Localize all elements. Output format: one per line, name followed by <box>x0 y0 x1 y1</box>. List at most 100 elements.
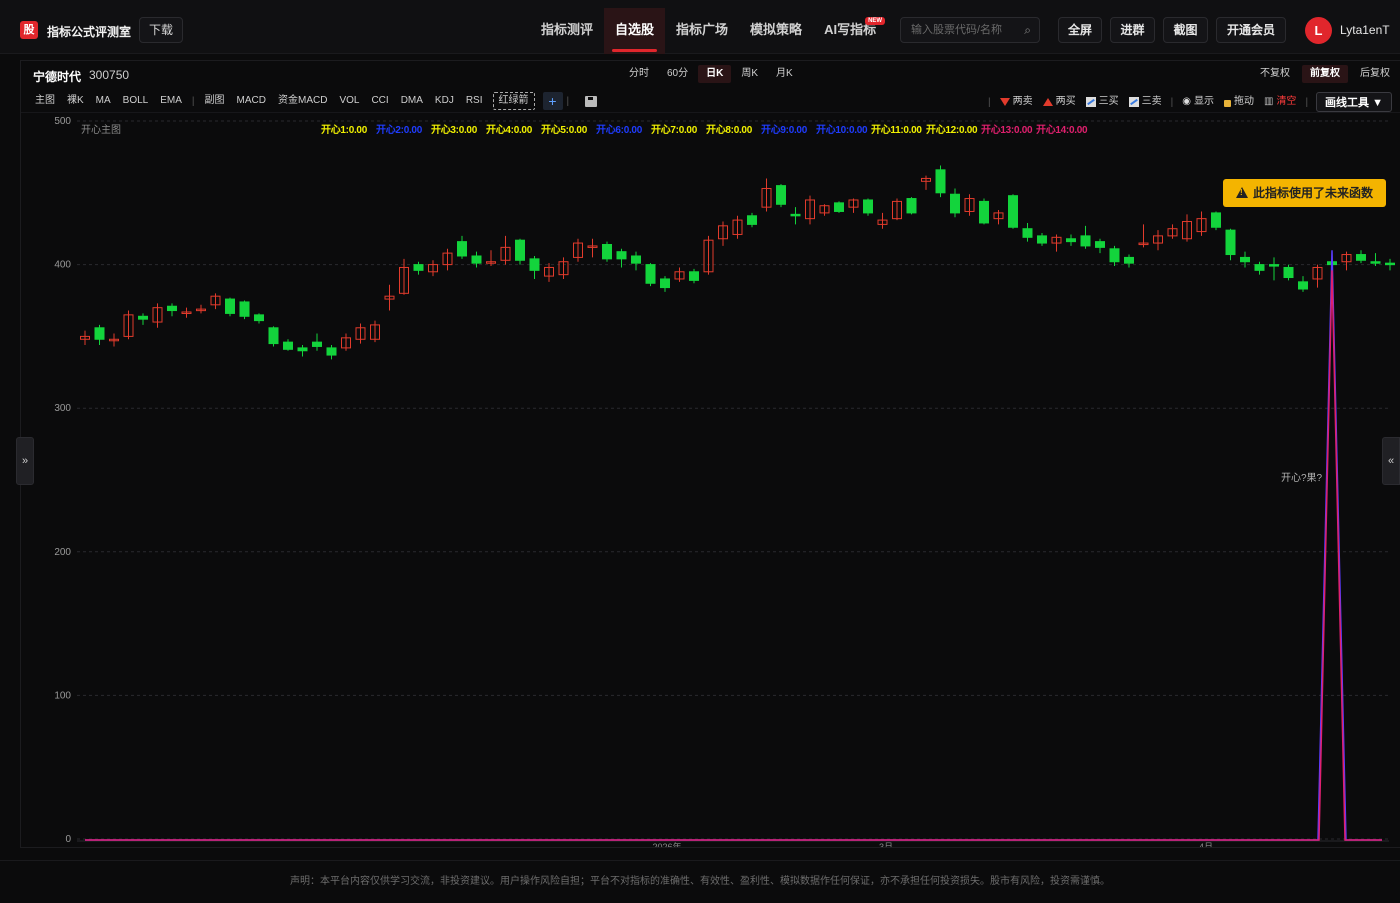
tool-drag[interactable]: 拖动 <box>1219 93 1259 111</box>
membership-button[interactable]: 开通会员 <box>1216 17 1286 43</box>
candle-body <box>239 301 250 317</box>
candle-body <box>268 327 279 345</box>
nav-item-ai-indicator[interactable]: AI写指标 NEW <box>813 8 887 54</box>
indicator-boll[interactable]: BOLL <box>117 92 155 110</box>
candle-body <box>660 278 670 289</box>
username[interactable]: Lyta1enT <box>1340 23 1390 37</box>
nav-item-sim-strategy[interactable]: 模拟策略 <box>739 8 813 54</box>
y-tick-label: 200 <box>54 547 71 558</box>
candle-body <box>1225 229 1236 256</box>
legend-item: 开心8:0.00 <box>706 124 753 136</box>
nav-item-indicator-square[interactable]: 指标广场 <box>665 8 739 54</box>
screenshot-button[interactable]: 截图 <box>1163 17 1208 43</box>
indicator-rsi[interactable]: RSI <box>460 92 489 110</box>
expand-right-button[interactable]: « <box>1382 437 1400 485</box>
candle-body <box>689 271 699 281</box>
legend-item: 开心3:0.00 <box>431 124 478 136</box>
avatar[interactable]: L <box>1305 17 1332 44</box>
indicator-dma[interactable]: DMA <box>395 92 429 110</box>
draw-tools-button[interactable]: 画线工具 ▼ <box>1316 92 1392 112</box>
period-daily[interactable]: 日K <box>698 65 732 83</box>
fullscreen-button[interactable]: 全屏 <box>1058 17 1102 43</box>
tool-two-buy[interactable]: 两买 <box>1038 93 1081 111</box>
main-nav: 指标测评 自选股 指标广场 模拟策略 AI写指标 NEW <box>530 8 887 54</box>
legend-item: 开心7:0.00 <box>651 124 698 136</box>
candle-body <box>602 243 612 260</box>
candle-body <box>94 327 105 340</box>
legend-item: 开心9:0.00 <box>761 124 808 136</box>
tool-three-sell[interactable]: 三卖 <box>1124 93 1167 111</box>
candle-body <box>1066 238 1076 243</box>
candle-body <box>616 251 627 260</box>
indicator-vol[interactable]: VOL <box>333 92 365 110</box>
indicator-macd[interactable]: MACD <box>231 92 272 110</box>
legend-item: 开心14:0.00 <box>1036 124 1088 136</box>
new-badge: NEW <box>865 17 886 25</box>
nav-item-watchlist[interactable]: 自选股 <box>604 8 666 54</box>
x-tick-label: 2026年 <box>652 841 681 847</box>
tool-two-sell[interactable]: 两卖 <box>995 93 1038 111</box>
period-intraday[interactable]: 分时 <box>621 65 657 83</box>
brand-title[interactable]: 指标公式评测室 <box>47 23 131 40</box>
y-tick-label: 0 <box>65 834 71 845</box>
search-icon[interactable]: ⌕ <box>1024 23 1031 38</box>
indicator-red-green-arrow[interactable]: 红绿箭 <box>492 92 535 110</box>
candle-body <box>1211 212 1221 228</box>
save-icon[interactable] <box>585 95 598 107</box>
kline-svg[interactable]: 0 100 200 300 400 500 2026年 3月 4月 开心主图 开心1:0.00 开心2… <box>21 115 1400 847</box>
indicator-main[interactable]: 主图 <box>29 92 61 110</box>
candle-body <box>935 169 946 194</box>
y-tick-label: 300 <box>54 403 71 414</box>
search-input[interactable] <box>901 18 1011 42</box>
indicator-sub[interactable]: 副图 <box>199 92 231 110</box>
trash-icon: ▥ <box>1263 96 1274 107</box>
future-function-warning[interactable]: 此指标使用了未来函数 <box>1223 179 1386 207</box>
tool-show[interactable]: ◉ 显示 <box>1177 93 1219 111</box>
candle-body <box>1356 254 1366 261</box>
indicator-cci[interactable]: CCI <box>365 92 394 110</box>
period-weekly[interactable]: 周K <box>733 65 766 83</box>
tool-label: 三卖 <box>1141 96 1162 107</box>
chevron-down-icon: ▼ <box>1372 97 1383 109</box>
adjust-none[interactable]: 不复权 <box>1252 65 1298 83</box>
join-group-button[interactable]: 进群 <box>1110 17 1155 43</box>
nav-label: 自选股 <box>615 22 655 37</box>
y-tick-label: 400 <box>54 260 71 271</box>
adjust-forward[interactable]: 前复权 <box>1302 65 1348 83</box>
candle-body <box>1037 235 1047 244</box>
expand-left-button[interactable]: » <box>16 437 34 485</box>
legend-item: 开心10:0.00 <box>816 124 868 136</box>
kline-chart[interactable]: 0 100 200 300 400 500 2026年 3月 4月 开心主图 开心1:0.00 开心2… <box>21 115 1400 847</box>
candle-body <box>1109 248 1120 263</box>
tool-three-buy[interactable]: 三买 <box>1081 93 1124 111</box>
indicator-naked-k[interactable]: 裸K <box>61 92 90 110</box>
triangle-up-icon <box>1042 98 1053 106</box>
candle-body <box>1385 262 1395 266</box>
app-logo[interactable]: 股 <box>20 21 38 39</box>
candle-body <box>225 298 235 314</box>
lock-icon <box>1223 100 1231 107</box>
legend-item: 开心12:0.00 <box>926 124 978 136</box>
period-monthly[interactable]: 月K <box>768 65 801 83</box>
divider: | <box>988 96 991 108</box>
tool-clear[interactable]: ▥ 清空 <box>1259 93 1301 111</box>
legend-item: 开心2:0.00 <box>376 124 423 136</box>
indicator-ema[interactable]: EMA <box>154 92 188 110</box>
tool-label: 显示 <box>1193 96 1214 107</box>
period-selector: 分时 60分 日K 周K 月K <box>621 65 801 83</box>
indicator-kdj[interactable]: KDJ <box>429 92 460 110</box>
candle-body <box>1240 256 1250 263</box>
adjust-backward[interactable]: 后复权 <box>1352 65 1398 83</box>
candle-body <box>283 341 293 350</box>
indicator-ma[interactable]: MA <box>90 92 117 110</box>
nav-item-indicator-review[interactable]: 指标测评 <box>530 8 604 54</box>
period-60min[interactable]: 60分 <box>659 65 696 83</box>
plus-icon[interactable]: + <box>542 92 563 110</box>
warning-text: 此指标使用了未来函数 <box>1252 186 1373 200</box>
triangle-down-icon <box>999 98 1010 106</box>
candle-body <box>747 215 757 225</box>
indicator-fund-macd[interactable]: 资金MACD <box>272 92 333 110</box>
stock-code: 300750 <box>89 68 130 82</box>
tool-label: 三买 <box>1098 96 1119 107</box>
download-button[interactable]: 下载 <box>139 17 183 43</box>
